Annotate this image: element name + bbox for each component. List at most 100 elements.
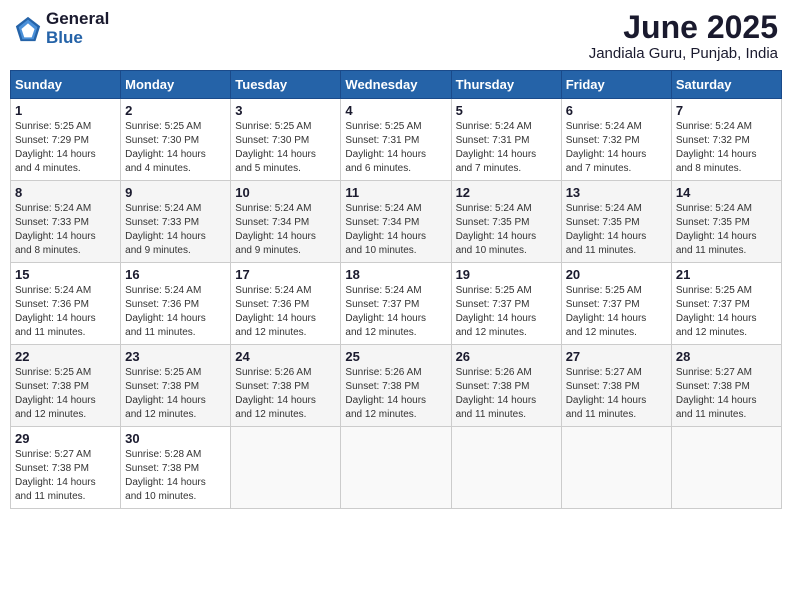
day-number: 3 [235,103,336,118]
day-number: 13 [566,185,667,200]
calendar-cell [451,427,561,509]
day-detail: Sunrise: 5:24 AM Sunset: 7:36 PM Dayligh… [235,284,336,340]
day-number: 4 [345,103,446,118]
day-detail: Sunrise: 5:24 AM Sunset: 7:35 PM Dayligh… [676,202,777,258]
day-detail: Sunrise: 5:25 AM Sunset: 7:38 PM Dayligh… [125,366,226,422]
calendar-cell: 17 Sunrise: 5:24 AM Sunset: 7:36 PM Dayli… [231,263,341,345]
day-number: 9 [125,185,226,200]
calendar-cell: 10 Sunrise: 5:24 AM Sunset: 7:34 PM Dayli… [231,181,341,263]
day-number: 17 [235,267,336,282]
day-number: 19 [456,267,557,282]
calendar-cell: 19 Sunrise: 5:25 AM Sunset: 7:37 PM Dayli… [451,263,561,345]
calendar-cell: 25 Sunrise: 5:26 AM Sunset: 7:38 PM Dayli… [341,345,451,427]
calendar-cell: 14Sunrise: 5:24 AM Sunset: 7:35 PM Dayli… [671,181,781,263]
day-number: 25 [345,349,446,364]
calendar-cell: 4 Sunrise: 5:25 AM Sunset: 7:31 PM Daylig… [341,99,451,181]
weekday-header-thursday: Thursday [451,71,561,99]
calendar-cell: 30 Sunrise: 5:28 AM Sunset: 7:38 PM Dayli… [121,427,231,509]
day-detail: Sunrise: 5:25 AM Sunset: 7:30 PM Dayligh… [125,120,226,176]
month-year-title: June 2025 [589,10,778,45]
calendar-table: SundayMondayTuesdayWednesdayThursdayFrid… [10,70,782,509]
day-detail: Sunrise: 5:24 AM Sunset: 7:34 PM Dayligh… [345,202,446,258]
calendar-cell: 26 Sunrise: 5:26 AM Sunset: 7:38 PM Dayli… [451,345,561,427]
day-detail: Sunrise: 5:24 AM Sunset: 7:34 PM Dayligh… [235,202,336,258]
calendar-cell: 15Sunrise: 5:24 AM Sunset: 7:36 PM Dayli… [11,263,121,345]
weekday-header-friday: Friday [561,71,671,99]
day-number: 11 [345,185,446,200]
day-detail: Sunrise: 5:25 AM Sunset: 7:37 PM Dayligh… [456,284,557,340]
day-detail: Sunrise: 5:24 AM Sunset: 7:35 PM Dayligh… [566,202,667,258]
day-detail: Sunrise: 5:26 AM Sunset: 7:38 PM Dayligh… [456,366,557,422]
location-subtitle: Jandiala Guru, Punjab, India [589,45,778,62]
day-detail: Sunrise: 5:25 AM Sunset: 7:37 PM Dayligh… [676,284,777,340]
day-detail: Sunrise: 5:24 AM Sunset: 7:33 PM Dayligh… [125,202,226,258]
calendar-cell [341,427,451,509]
calendar-cell: 9 Sunrise: 5:24 AM Sunset: 7:33 PM Daylig… [121,181,231,263]
day-detail: Sunrise: 5:28 AM Sunset: 7:38 PM Dayligh… [125,448,226,504]
day-number: 23 [125,349,226,364]
day-number: 16 [125,267,226,282]
day-detail: Sunrise: 5:26 AM Sunset: 7:38 PM Dayligh… [345,366,446,422]
calendar-cell: 28 Sunrise: 5:27 AM Sunset: 7:38 PM Dayli… [671,345,781,427]
calendar-cell [231,427,341,509]
day-number: 18 [345,267,446,282]
day-number: 6 [566,103,667,118]
day-number: 28 [676,349,777,364]
day-detail: Sunrise: 5:27 AM Sunset: 7:38 PM Dayligh… [676,366,777,422]
calendar-cell: 20 Sunrise: 5:25 AM Sunset: 7:37 PM Dayli… [561,263,671,345]
day-detail: Sunrise: 5:25 AM Sunset: 7:31 PM Dayligh… [345,120,446,176]
calendar-cell: 11 Sunrise: 5:24 AM Sunset: 7:34 PM Dayli… [341,181,451,263]
calendar-cell: 13 Sunrise: 5:24 AM Sunset: 7:35 PM Dayli… [561,181,671,263]
day-detail: Sunrise: 5:25 AM Sunset: 7:30 PM Dayligh… [235,120,336,176]
weekday-header-row: SundayMondayTuesdayWednesdayThursdayFrid… [11,71,782,99]
day-detail: Sunrise: 5:27 AM Sunset: 7:38 PM Dayligh… [15,448,116,504]
day-number: 15 [15,267,116,282]
day-number: 30 [125,431,226,446]
day-number: 8 [15,185,116,200]
calendar-cell: 16Sunrise: 5:24 AM Sunset: 7:36 PM Dayli… [121,263,231,345]
calendar-cell: 2 Sunrise: 5:25 AM Sunset: 7:30 PM Daylig… [121,99,231,181]
calendar-week-1: 1Sunrise: 5:25 AM Sunset: 7:29 PM Daylig… [11,99,782,181]
calendar-cell: 27Sunrise: 5:27 AM Sunset: 7:38 PM Dayli… [561,345,671,427]
calendar-cell: 29 Sunrise: 5:27 AM Sunset: 7:38 PM Dayli… [11,427,121,509]
day-detail: Sunrise: 5:24 AM Sunset: 7:32 PM Dayligh… [676,120,777,176]
calendar-cell: 5Sunrise: 5:24 AM Sunset: 7:31 PM Daylig… [451,99,561,181]
day-number: 24 [235,349,336,364]
day-number: 7 [676,103,777,118]
day-number: 12 [456,185,557,200]
calendar-week-3: 15 Sunrise: 5:24 AM Sunset: 7:36 PM Dayli… [11,263,782,345]
day-number: 29 [15,431,116,446]
day-detail: Sunrise: 5:25 AM Sunset: 7:29 PM Dayligh… [15,120,116,176]
day-detail: Sunrise: 5:24 AM Sunset: 7:31 PM Dayligh… [456,120,557,176]
weekday-header-tuesday: Tuesday [231,71,341,99]
calendar-week-5: 29 Sunrise: 5:27 AM Sunset: 7:38 PM Dayli… [11,427,782,509]
calendar-cell: 6 Sunrise: 5:24 AM Sunset: 7:32 PM Daylig… [561,99,671,181]
calendar-cell: 8 Sunrise: 5:24 AM Sunset: 7:33 PM Daylig… [11,181,121,263]
title-block: June 2025 Jandiala Guru, Punjab, India [589,10,778,62]
day-number: 2 [125,103,226,118]
day-number: 10 [235,185,336,200]
calendar-week-4: 22 Sunrise: 5:25 AM Sunset: 7:38 PM Dayli… [11,345,782,427]
calendar-cell: 23 Sunrise: 5:25 AM Sunset: 7:38 PM Dayli… [121,345,231,427]
day-number: 22 [15,349,116,364]
day-detail: Sunrise: 5:27 AM Sunset: 7:38 PM Dayligh… [566,366,667,422]
calendar-cell: 21 Sunrise: 5:25 AM Sunset: 7:37 PM Dayli… [671,263,781,345]
day-detail: Sunrise: 5:24 AM Sunset: 7:32 PM Dayligh… [566,120,667,176]
day-number: 26 [456,349,557,364]
day-number: 21 [676,267,777,282]
day-detail: Sunrise: 5:24 AM Sunset: 7:37 PM Dayligh… [345,284,446,340]
weekday-header-wednesday: Wednesday [341,71,451,99]
day-detail: Sunrise: 5:25 AM Sunset: 7:37 PM Dayligh… [566,284,667,340]
logo-text: General Blue [46,10,109,47]
logo-icon [14,15,42,43]
weekday-header-saturday: Saturday [671,71,781,99]
calendar-cell [671,427,781,509]
day-detail: Sunrise: 5:24 AM Sunset: 7:35 PM Dayligh… [456,202,557,258]
calendar-cell: 18 Sunrise: 5:24 AM Sunset: 7:37 PM Dayli… [341,263,451,345]
calendar-cell: 7 Sunrise: 5:24 AM Sunset: 7:32 PM Daylig… [671,99,781,181]
day-number: 20 [566,267,667,282]
calendar-cell [561,427,671,509]
day-detail: Sunrise: 5:24 AM Sunset: 7:33 PM Dayligh… [15,202,116,258]
calendar-cell: 24 Sunrise: 5:26 AM Sunset: 7:38 PM Dayli… [231,345,341,427]
day-detail: Sunrise: 5:26 AM Sunset: 7:38 PM Dayligh… [235,366,336,422]
